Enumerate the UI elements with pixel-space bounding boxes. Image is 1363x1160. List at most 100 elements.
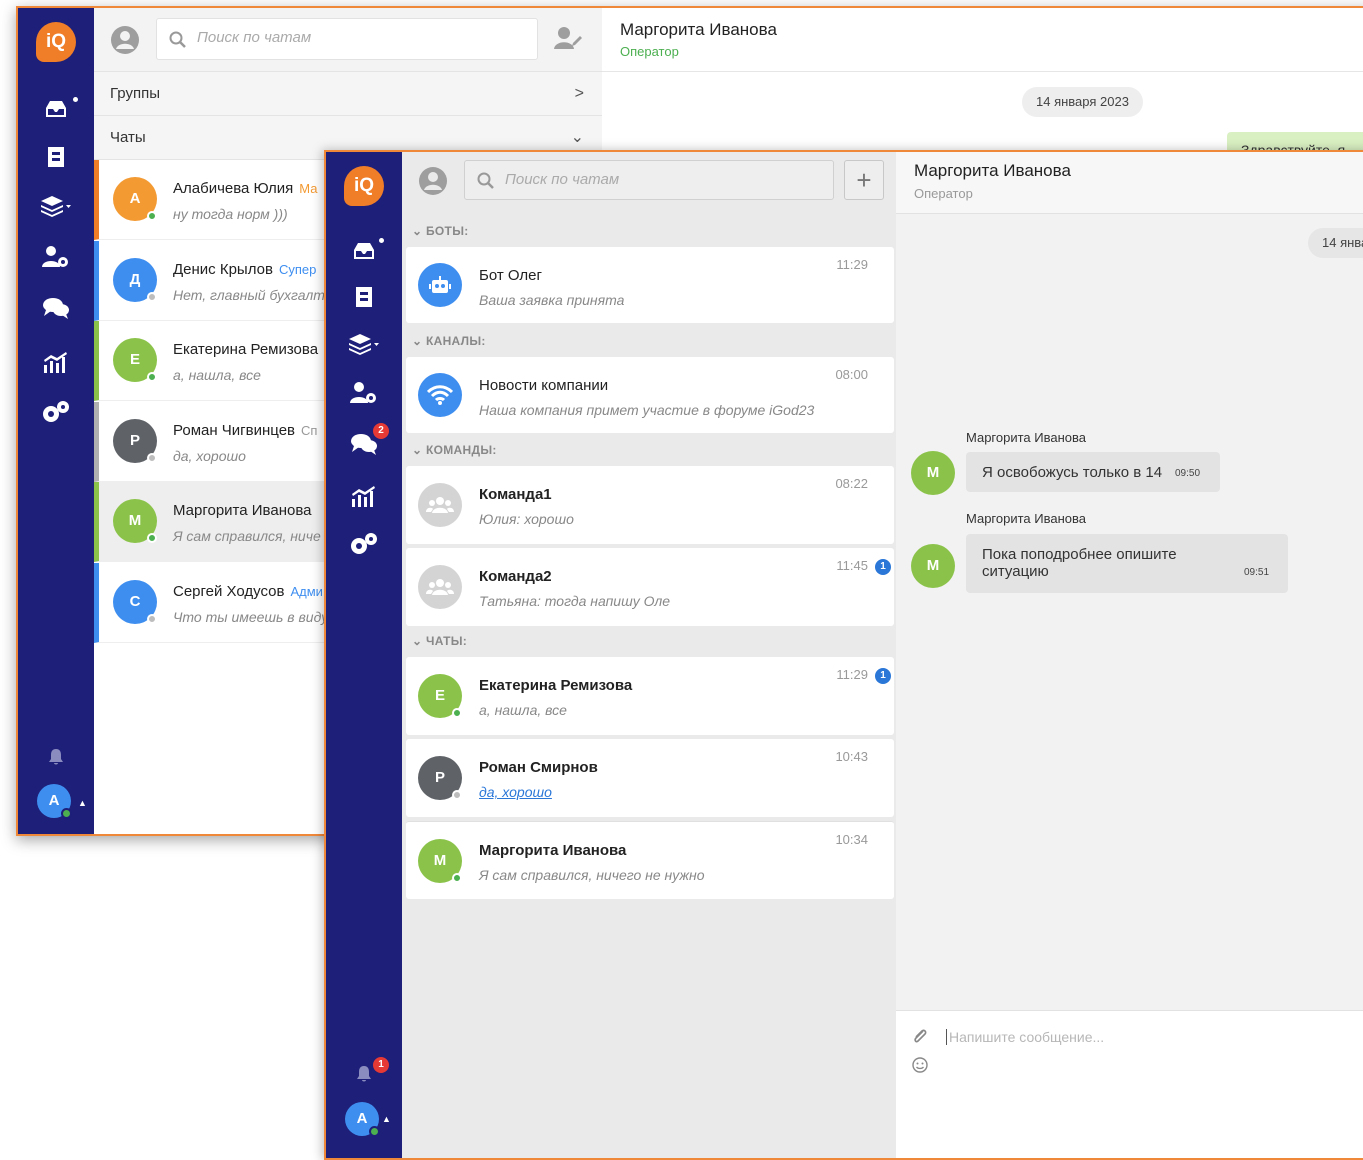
team-time: 11:45: [836, 558, 868, 573]
message-sender: Маргорита Иванова: [966, 430, 1086, 445]
profile-icon[interactable]: [418, 166, 448, 196]
message-bubble[interactable]: Пока поподробнее опишите ситуацию 09:51: [966, 534, 1288, 593]
message-input[interactable]: [946, 1029, 1346, 1045]
layers-icon[interactable]: [326, 329, 402, 359]
back-chat-header: Маргорита Иванова Оператор: [602, 8, 1363, 72]
caret-up-icon[interactable]: ▲: [78, 798, 87, 808]
groups-section[interactable]: Группы >: [94, 72, 602, 116]
chat-avatar: Р: [418, 756, 462, 800]
chat-card[interactable]: М Маргорита Иванова Я сам справился, ничег…: [406, 821, 894, 899]
chat-card[interactable]: Е Екатерина Ремизова а, нашла, все 11:29 1: [406, 657, 894, 735]
bot-card[interactable]: Бот Олег Ваша заявка принята 11:29: [406, 247, 894, 323]
bot-preview: Ваша заявка принята: [479, 292, 625, 308]
contact-preview: да, хорошо: [173, 447, 246, 464]
chat-time: 10:43: [835, 749, 868, 764]
channel-name: Новости компании: [479, 377, 609, 394]
composer: [896, 1010, 1363, 1158]
bot-avatar: [418, 263, 462, 307]
message-time: 09:51: [1244, 567, 1270, 578]
channel-avatar: [418, 373, 462, 417]
user-settings-icon[interactable]: [18, 242, 94, 272]
search-box[interactable]: [464, 160, 834, 200]
user-settings-icon[interactable]: [326, 378, 402, 408]
date-pill: 14 янва: [1308, 228, 1363, 258]
contact-name: Роман Чигвинцев Сп: [173, 421, 318, 439]
team-card[interactable]: Команда1 Юлия: хорошо 08:22: [406, 466, 894, 544]
profile-icon[interactable]: [110, 25, 140, 55]
back-chat-title: Маргорита Иванова: [620, 20, 777, 39]
contact-name: Денис Крылов Супер: [173, 260, 317, 278]
inbox-icon[interactable]: [18, 94, 94, 124]
category-bots[interactable]: ⌄ БОТЫ:: [412, 224, 469, 238]
contacts-book-icon[interactable]: [18, 142, 94, 172]
unread-badge: 1: [875, 668, 891, 684]
team-preview: Юлия: хорошо: [479, 511, 574, 527]
front-window: iQ 2 1 A ▲ Поиск по чатам + ⌄ БОТЫ: Бот …: [324, 150, 1363, 1160]
status-dot: [147, 291, 157, 302]
bell-icon[interactable]: [18, 742, 94, 772]
contact-avatar: А: [113, 177, 157, 221]
layers-icon[interactable]: [18, 191, 94, 221]
message-sender: Маргорита Иванова: [966, 511, 1086, 526]
status-dot: [147, 452, 157, 463]
add-user-icon: [554, 27, 582, 49]
conversation-pane: Маргорита Иванова Оператор 14 янва Марго…: [896, 152, 1363, 1158]
channel-time: 08:00: [835, 367, 868, 382]
search-input[interactable]: [197, 29, 457, 46]
unread-badge: 1: [875, 559, 891, 575]
status-dot: [147, 372, 157, 382]
status-dot: [452, 708, 462, 718]
team-preview: Татьяна: тогда напишу Оле: [479, 593, 671, 609]
caret-up-icon[interactable]: ▲: [382, 1114, 391, 1124]
team-card[interactable]: Команда2 Татьяна: тогда напишу Оле 11:45 1: [406, 548, 894, 626]
chat-avatar: М: [418, 839, 462, 883]
channel-card[interactable]: Новости компании Наша компания примет уч…: [406, 357, 894, 433]
team-avatar: [418, 483, 462, 527]
inbox-icon[interactable]: [326, 236, 402, 266]
contacts-book-icon[interactable]: [326, 282, 402, 312]
group-icon: [426, 497, 454, 513]
chat-card[interactable]: Р Роман Смирнов да, хорошо 10:43: [406, 739, 894, 817]
settings-gears-icon[interactable]: [18, 397, 94, 427]
search-icon: [477, 172, 494, 189]
analytics-icon[interactable]: [18, 348, 94, 378]
category-teams[interactable]: ⌄ КОМАНДЫ:: [412, 443, 497, 457]
search-row: +: [402, 152, 896, 212]
bell-icon[interactable]: 1: [326, 1057, 402, 1089]
chat-name: Маргорита Иванова: [479, 842, 627, 859]
robot-icon: [429, 276, 451, 293]
settings-gears-icon[interactable]: [326, 529, 402, 559]
search-input[interactable]: [505, 171, 765, 188]
contact-name: Сергей Ходусов Адми: [173, 582, 323, 600]
contact-avatar: Е: [113, 338, 157, 382]
analytics-icon[interactable]: [326, 482, 402, 512]
message-bubble[interactable]: Я освобожусь только в 14 09:50: [966, 452, 1220, 492]
category-channels[interactable]: ⌄ КАНАЛЫ:: [412, 334, 486, 348]
contact-name: Екатерина Ремизова: [173, 341, 319, 358]
status-dot: [147, 613, 157, 624]
category-chats[interactable]: ⌄ ЧАТЫ:: [412, 634, 467, 648]
message-avatar: М: [911, 451, 955, 495]
search-box[interactable]: [156, 18, 538, 60]
chevron-right-icon: >: [574, 85, 584, 102]
add-chat-button[interactable]: +: [844, 160, 884, 200]
conversation-role: Оператор: [914, 186, 973, 201]
contact-role: Ма: [299, 181, 318, 196]
contact-avatar: М: [113, 499, 157, 543]
status-dot: [452, 873, 462, 883]
conversation-title: Маргорита Иванова: [914, 161, 1071, 180]
bell-badge: 1: [373, 1057, 389, 1073]
channel-preview: Наша компания примет участие в форуме iG…: [479, 402, 815, 418]
chat-time: 10:34: [835, 832, 868, 847]
contact-preview: ну тогда норм ))): [173, 206, 288, 222]
chats-icon[interactable]: [18, 293, 94, 323]
back-chat-role: Оператор: [620, 44, 679, 59]
chats-icon[interactable]: 2: [326, 423, 402, 459]
attach-icon[interactable]: [912, 1027, 928, 1045]
my-avatar[interactable]: A: [37, 784, 72, 819]
conversation-header: Маргорита Иванова Оператор: [896, 152, 1363, 214]
add-user-button[interactable]: [548, 18, 588, 58]
message-time: 09:50: [1175, 468, 1201, 479]
emoji-icon[interactable]: [912, 1057, 928, 1073]
my-avatar[interactable]: A: [345, 1102, 380, 1137]
